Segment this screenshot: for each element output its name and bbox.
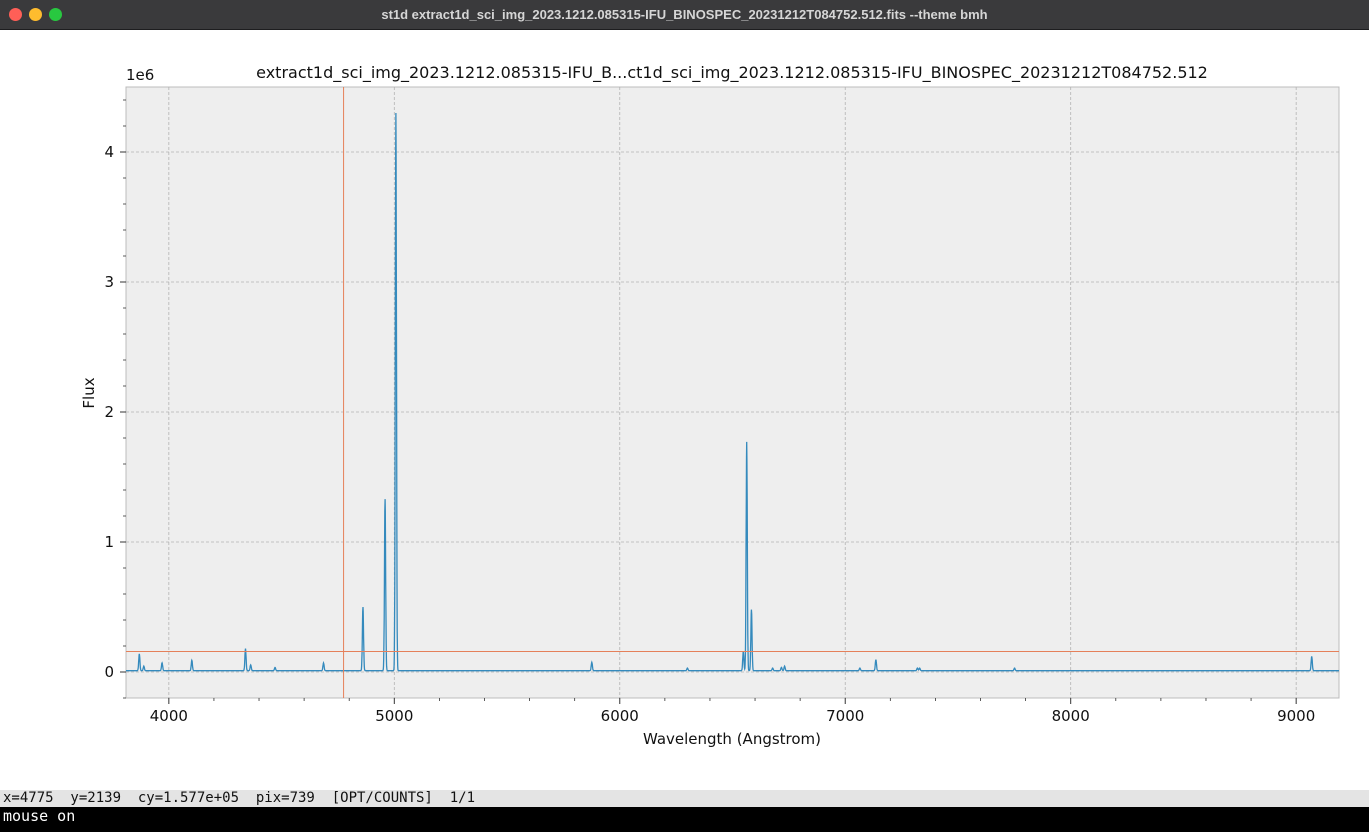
x-tick-label: 8000 [1052,707,1090,725]
axes-background [125,86,1340,699]
y-tick-label: 2 [104,403,114,421]
x-tick-label: 5000 [375,707,413,725]
x-tick-label: 6000 [601,707,639,725]
y-tick-label: 0 [104,663,114,681]
status-bar: x=4775 y=2139 cy=1.577e+05 pix=739 [OPT/… [0,790,1369,807]
y-axis-label: Flux [80,377,98,408]
command-line[interactable]: mouse on [0,807,1369,832]
window-title: st1d extract1d_sci_img_2023.1212.085315-… [381,7,988,22]
x-tick-label: 4000 [150,707,188,725]
x-axis-label: Wavelength (Angstrom) [643,730,821,748]
window-titlebar: st1d extract1d_sci_img_2023.1212.085315-… [0,0,1369,30]
y-tick-label: 4 [104,143,114,161]
x-tick-label: 9000 [1277,707,1315,725]
y-tick-label: 3 [104,273,114,291]
plot-title: extract1d_sci_img_2023.1212.085315-IFU_B… [256,63,1208,83]
y-tick-label: 1 [104,533,114,551]
plot-canvas[interactable]: 4000 5000 6000 7000 8000 9000 0 1 2 3 4 extract1d_… [2,33,1367,790]
y-axis-offset-label: 1e6 [126,66,154,84]
spectrum-chart[interactable]: 4000 5000 6000 7000 8000 9000 0 1 2 3 4 extract1d_… [2,33,1367,790]
x-tick-label: 7000 [826,707,864,725]
